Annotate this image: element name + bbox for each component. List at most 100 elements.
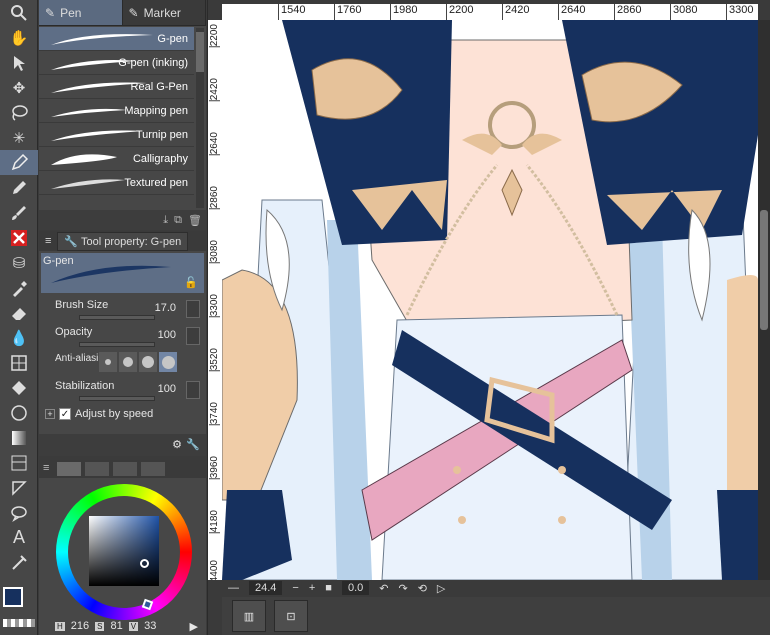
- tab-color-set[interactable]: [113, 462, 137, 476]
- expand-icon[interactable]: +: [45, 409, 55, 419]
- sv-cursor[interactable]: [140, 559, 149, 568]
- lock-icon[interactable]: 🔓: [184, 276, 198, 289]
- blend-icon[interactable]: 💧: [0, 325, 38, 350]
- brush-size-value[interactable]: 17.0: [155, 302, 176, 314]
- opacity-label: Opacity: [55, 326, 93, 338]
- reset-rotation-icon[interactable]: ⟲: [418, 582, 427, 595]
- brush-item-real-g-pen[interactable]: Real G-Pen: [39, 75, 194, 99]
- brush-item-turnip-pen[interactable]: Turnip pen: [39, 123, 194, 147]
- eraser-icon[interactable]: [0, 300, 38, 325]
- opacity-slider[interactable]: [79, 342, 155, 347]
- brush-size-dropdown[interactable]: [186, 300, 200, 318]
- balloon-icon[interactable]: [0, 500, 38, 525]
- eyedropper-icon[interactable]: [0, 275, 38, 300]
- opacity-value[interactable]: 100: [158, 329, 176, 341]
- tab-intermediate[interactable]: [141, 462, 165, 476]
- decoration-icon[interactable]: ⛁: [0, 250, 38, 275]
- antialias-row[interactable]: Anti-aliasin: [39, 349, 206, 376]
- saturation-value-square[interactable]: [89, 516, 159, 586]
- figure-icon[interactable]: [0, 400, 38, 425]
- color-swatches[interactable]: [0, 585, 38, 635]
- brush-item-textured-pen[interactable]: Textured pen: [39, 171, 194, 195]
- main-color-swatch[interactable]: [3, 587, 23, 607]
- tab-color-slider[interactable]: [85, 462, 109, 476]
- tab-color-wheel[interactable]: [57, 462, 81, 476]
- airbrush-icon[interactable]: [0, 225, 38, 250]
- ruler-tick: 3300: [209, 294, 220, 318]
- opacity-button[interactable]: [186, 327, 200, 345]
- rotate-right-icon[interactable]: ↷: [398, 582, 407, 595]
- tab-marker[interactable]: ✎ Marker: [123, 0, 206, 25]
- brush-icon[interactable]: [0, 200, 38, 225]
- zoom-in-icon[interactable]: +: [309, 582, 315, 594]
- pencil-icon[interactable]: [0, 175, 38, 200]
- rotation-angle-value[interactable]: 0.0: [341, 581, 370, 595]
- scroll-left-icon[interactable]: —: [228, 582, 239, 594]
- pen-tab-icon: ✎: [45, 5, 56, 20]
- transparent-color[interactable]: [3, 619, 35, 627]
- aa-strong[interactable]: [159, 352, 177, 372]
- text-icon[interactable]: A: [0, 525, 38, 550]
- brush-item-g-pen[interactable]: G-pen: [39, 27, 194, 51]
- aa-weak[interactable]: [119, 352, 137, 372]
- stabilization-slider[interactable]: [79, 396, 155, 401]
- opacity-row[interactable]: Opacity 100: [39, 322, 206, 349]
- brush-size-slider[interactable]: [79, 315, 155, 320]
- flip-icon[interactable]: ▷: [437, 582, 445, 595]
- adjust-by-speed-checkbox[interactable]: ✓: [59, 408, 71, 420]
- pen-icon[interactable]: [0, 150, 38, 175]
- wrench-icon: 🔧: [64, 235, 79, 248]
- lasso-icon[interactable]: [0, 100, 38, 125]
- delete-icon[interactable]: 🗑: [188, 214, 202, 227]
- brush-label: Textured pen: [124, 177, 188, 189]
- zoom-out-icon[interactable]: −: [292, 582, 298, 594]
- brush-size-row[interactable]: Brush Size 17.0: [39, 295, 206, 322]
- tool-property-tab[interactable]: 🔧 Tool property: G-pen: [57, 231, 189, 251]
- ruler-tick: 1540: [278, 4, 305, 20]
- move-icon[interactable]: ✥: [0, 75, 38, 100]
- brush-item-calligraphy[interactable]: Calligraphy: [39, 147, 194, 171]
- tab-pen[interactable]: ✎ Pen: [39, 0, 123, 25]
- operation-icon[interactable]: [0, 50, 38, 75]
- settings-icon[interactable]: ⚙: [172, 438, 182, 451]
- navigator-toggle-icon[interactable]: ⊡: [274, 600, 308, 632]
- aa-none[interactable]: [99, 352, 117, 372]
- adjust-by-speed-row[interactable]: + ✓ Adjust by speed: [39, 403, 206, 425]
- antialias-options[interactable]: [99, 352, 177, 372]
- brush-list-scrollbar[interactable]: [196, 28, 204, 208]
- zoom-value[interactable]: 24.4: [249, 581, 283, 595]
- canvas-status-bar: — 24.4 − + ■ 0.0 ↶ ↷ ⟲ ▷: [222, 580, 770, 596]
- magic-wand-icon[interactable]: ✳: [0, 125, 38, 150]
- aa-medium[interactable]: [139, 352, 157, 372]
- brush-item-g-pen-inking[interactable]: G-pen (inking): [39, 51, 194, 75]
- fit-icon[interactable]: ■: [325, 582, 332, 594]
- fill-icon[interactable]: [0, 375, 38, 400]
- ruler-tick: 2420: [209, 78, 220, 102]
- ruler-icon[interactable]: [0, 475, 38, 500]
- duplicate-icon[interactable]: ⧉: [174, 214, 182, 227]
- rotate-left-icon[interactable]: ↶: [379, 582, 388, 595]
- wrench-icon[interactable]: 🔧: [186, 438, 200, 451]
- play-icon[interactable]: ▶: [190, 620, 198, 633]
- menu-icon[interactable]: ≡: [45, 235, 51, 247]
- stabilization-label: Stabilization: [55, 380, 115, 392]
- stabilization-row[interactable]: Stabilization 100: [39, 376, 206, 403]
- drawing-canvas[interactable]: [222, 20, 758, 580]
- stabilization-dropdown[interactable]: [186, 381, 200, 399]
- layer-panel-toggle-icon[interactable]: ▥: [232, 600, 266, 632]
- canvas-vertical-scrollbar[interactable]: [758, 20, 770, 580]
- brush-label: Mapping pen: [124, 105, 188, 117]
- import-icon[interactable]: ⤓: [163, 214, 168, 227]
- panel-icon[interactable]: [0, 450, 38, 475]
- artwork: [222, 20, 758, 580]
- hand-icon[interactable]: ✋: [0, 25, 38, 50]
- frame-icon[interactable]: [0, 350, 38, 375]
- stabilization-value[interactable]: 100: [158, 383, 176, 395]
- brush-item-mapping-pen[interactable]: Mapping pen: [39, 99, 194, 123]
- gradient-icon[interactable]: [0, 425, 38, 450]
- vertical-ruler: 2200 2420 2640 2860 3080 3300 3520 3740 …: [208, 20, 222, 580]
- correction-icon[interactable]: [0, 550, 38, 575]
- v-label: V: [128, 621, 139, 631]
- zoom-icon[interactable]: [0, 0, 38, 25]
- menu-icon[interactable]: ≡: [43, 462, 53, 476]
